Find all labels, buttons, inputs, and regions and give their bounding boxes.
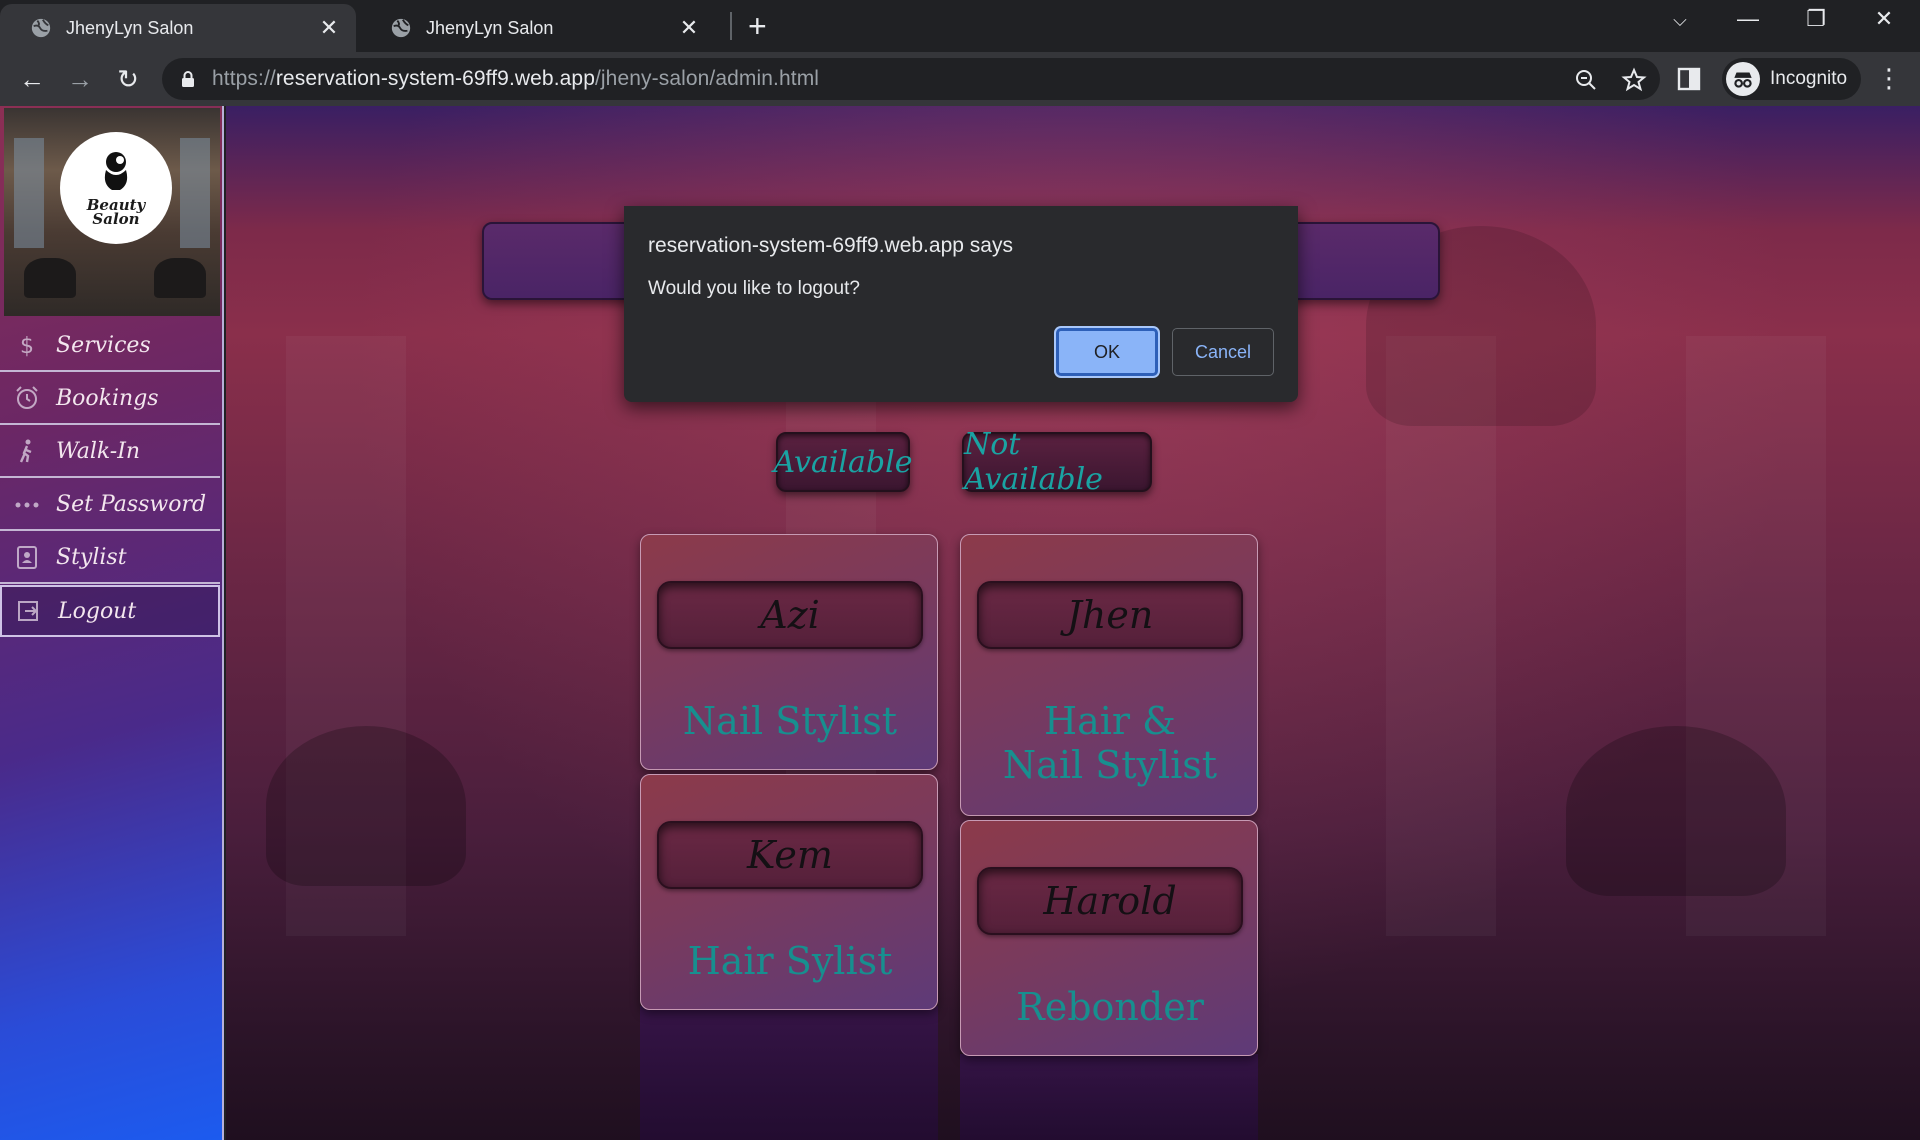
stylist-role: Hair Sylist	[687, 939, 893, 983]
url-scheme: https://	[212, 67, 276, 90]
reload-icon[interactable]: ↻	[110, 62, 146, 96]
close-tab-icon[interactable]: ✕	[316, 15, 342, 41]
stylist-card-jhen[interactable]: Jhen Hair & Nail Stylist	[960, 534, 1258, 816]
sidebar-item-set-password[interactable]: Set Password	[0, 479, 220, 531]
incognito-icon	[1726, 62, 1760, 96]
browser-menu-icon[interactable]: ⋮	[1876, 64, 1902, 92]
logout-icon	[18, 601, 38, 621]
alarm-clock-icon	[16, 386, 38, 409]
bookmark-star-icon[interactable]	[1620, 66, 1648, 94]
stylist-role: Nail Stylist	[682, 699, 898, 743]
stylist-name: Azi	[657, 581, 923, 649]
minimize-icon[interactable]: —	[1728, 6, 1768, 32]
not-available-filter-button[interactable]: Not Available	[962, 427, 1152, 497]
dollar-icon: $	[20, 334, 34, 358]
url-host: reservation-system-69ff9.web.app	[275, 67, 595, 90]
available-filter-button[interactable]: Available	[774, 432, 912, 492]
dialog-cancel-button[interactable]: Cancel	[1172, 328, 1274, 376]
globe-icon	[391, 18, 411, 38]
stylist-card-harold[interactable]: Harold Rebonder	[960, 820, 1258, 1056]
stylist-card-azi[interactable]: Azi Nail Stylist	[640, 534, 938, 770]
address-bar[interactable]: https://reservation-system-69ff9.web.app…	[162, 58, 1660, 100]
browser-toolbar: ← → ↻ https://reservation-system-69ff9.w…	[0, 52, 1920, 106]
tab-title: JhenyLyn Salon	[66, 17, 194, 38]
dialog-ok-button[interactable]: OK	[1056, 328, 1158, 376]
forward-icon[interactable]: →	[62, 62, 98, 96]
restore-icon[interactable]: ❐	[1796, 6, 1836, 32]
sidebar-item-label: Logout	[58, 598, 137, 624]
close-tab-icon[interactable]: ✕	[676, 15, 702, 41]
column-shadow	[640, 1006, 938, 1140]
sidebar-item-label: Services	[56, 332, 151, 358]
id-badge-icon	[17, 546, 37, 569]
tab-search-icon[interactable]: ⌵	[1660, 10, 1700, 31]
dialog-message: Would you like to logout?	[648, 278, 860, 299]
close-window-icon[interactable]: ✕	[1864, 6, 1904, 32]
stylist-card-kem[interactable]: Kem Hair Sylist	[640, 774, 938, 1010]
woman-silhouette-icon	[104, 152, 128, 190]
sidebar-item-walk-in[interactable]: Walk-In	[0, 426, 220, 478]
lock-icon	[182, 71, 194, 87]
side-panel-icon[interactable]	[1676, 66, 1702, 92]
browser-tab-strip: JhenyLyn Salon ✕ JhenyLyn Salon ✕ + ⌵ — …	[0, 0, 1920, 52]
incognito-profile-button[interactable]: Incognito	[1722, 58, 1862, 100]
stylist-role: Hair & Nail Stylist	[1002, 699, 1218, 787]
password-dots-icon	[15, 502, 39, 508]
beauty-salon-logo: Beauty Salon	[60, 132, 172, 244]
sidebar: Beauty Salon $ Services Bookings Walk-In…	[0, 106, 224, 1140]
sidebar-item-label: Walk-In	[56, 438, 141, 464]
stylist-name: Harold	[977, 867, 1243, 935]
sidebar-item-stylist[interactable]: Stylist	[0, 532, 220, 584]
browser-tab-2[interactable]: JhenyLyn Salon ✕	[360, 4, 716, 52]
url-path: /jheny-salon/admin.html	[594, 67, 820, 90]
new-tab-icon[interactable]: +	[748, 10, 767, 42]
dialog-title: reservation-system-69ff9.web.app says	[648, 234, 1013, 257]
salon-photo: Beauty Salon	[4, 108, 220, 316]
tab-title: JhenyLyn Salon	[426, 17, 554, 38]
back-icon[interactable]: ←	[14, 62, 50, 96]
sidebar-item-bookings[interactable]: Bookings	[0, 373, 220, 425]
logo-text-salon: Salon	[92, 210, 140, 228]
stylist-role: Rebonder	[1016, 985, 1204, 1029]
url-text: https://reservation-system-69ff9.web.app…	[212, 67, 819, 91]
sidebar-item-logout[interactable]: Logout	[0, 585, 220, 637]
sidebar-item-label: Bookings	[56, 385, 159, 411]
tab-divider	[730, 12, 732, 40]
logout-confirm-dialog: reservation-system-69ff9.web.app says Wo…	[624, 206, 1298, 402]
stylist-name: Jhen	[977, 581, 1243, 649]
column-shadow	[960, 1054, 1258, 1140]
walking-person-icon	[19, 439, 32, 463]
stylist-name: Kem	[657, 821, 923, 889]
globe-icon	[31, 18, 51, 38]
sidebar-item-services[interactable]: $ Services	[0, 320, 220, 372]
sidebar-item-label: Set Password	[56, 491, 207, 517]
incognito-label: Incognito	[1770, 68, 1848, 89]
sidebar-item-label: Stylist	[56, 544, 127, 570]
page-content: Beauty Salon $ Services Bookings Walk-In…	[0, 106, 1920, 1140]
browser-tab-1[interactable]: JhenyLyn Salon ✕	[0, 4, 356, 52]
svg-text:$: $	[20, 334, 34, 358]
zoom-icon[interactable]	[1572, 66, 1600, 94]
